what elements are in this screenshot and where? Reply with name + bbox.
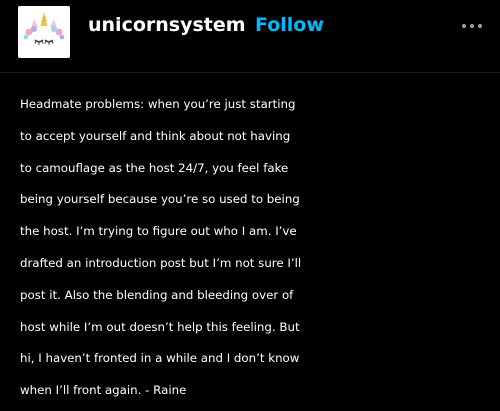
post-body-line: to accept yourself and think about not h… [20,128,291,143]
post-body-line: drafted an introduction post but I’m not… [20,255,302,270]
post-body-line: post it. Also the blending and bleeding … [20,287,294,302]
more-options-icon[interactable] [458,16,486,36]
post-body-line: hi, I haven’t fronted in a while and I d… [20,351,300,366]
header-divider [0,72,500,73]
post-body: Headmate problems: when you’re just star… [20,89,490,407]
post-body-line: to camouflage as the host 24/7, you feel… [20,160,289,175]
post-body-line: being yourself because you’re so used to… [20,192,300,207]
unicorn-avatar-icon[interactable] [18,6,70,58]
post-body-line: the host. I’m trying to figure out who I… [20,224,297,239]
post-card: unicornsystem Follow Headmate problems: … [0,0,500,411]
post-body-line: host while I’m out doesn’t help this fee… [20,319,300,334]
post-body-line: Headmate problems: when you’re just star… [20,97,296,111]
author-username[interactable]: unicornsystem [88,14,246,36]
post-header: unicornsystem Follow [0,0,500,60]
follow-button[interactable]: Follow [255,14,324,36]
post-body-line: when I’ll front again. - Raine [20,383,187,398]
